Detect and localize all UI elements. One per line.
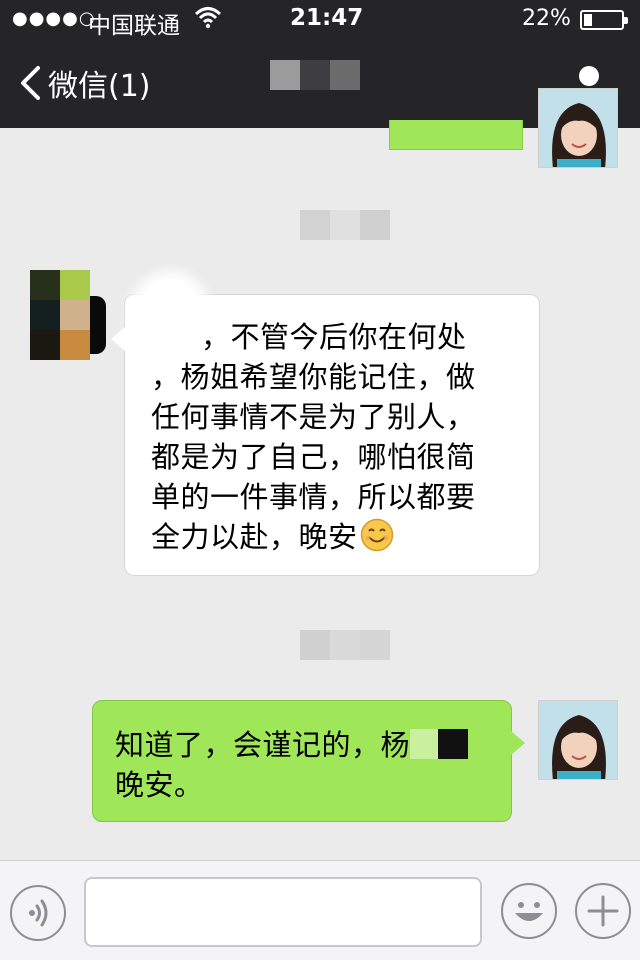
message-line: 晚安。: [115, 768, 204, 802]
message-text: 知道了，会谨记的，杨: [115, 728, 411, 762]
message-line: 都是为了自己，哪怕很简: [151, 440, 476, 474]
my-avatar-top[interactable]: [538, 88, 618, 168]
smiley-icon: [360, 518, 393, 552]
message-line: 单的一件事情，所以都要: [151, 480, 476, 514]
message-input[interactable]: [84, 877, 482, 947]
my-avatar[interactable]: [538, 700, 618, 780]
back-button[interactable]: 微信(1): [18, 60, 151, 106]
contact-avatar[interactable]: [30, 270, 108, 360]
input-bar: [0, 860, 640, 960]
incoming-message-bubble[interactable]: ，不管今后你在何处 ，杨姐希望你能记住，做 任何事情不是为了别人， 都是为了自己…: [111, 281, 540, 576]
battery-icon: [580, 10, 628, 30]
message-text: 全力以赴，晚安: [151, 520, 358, 554]
outgoing-message-bubble[interactable]: 知道了，会谨记的，杨 晚安。: [92, 700, 525, 822]
girl-avatar-icon: [539, 701, 617, 779]
message-line: ，杨姐希望你能记住，做: [151, 360, 476, 394]
plus-icon: [587, 895, 619, 927]
message-line: 任何事情不是为了别人，: [151, 400, 476, 434]
battery-percent: 22%: [522, 6, 571, 31]
voice-icon: [29, 899, 48, 927]
bubble-tail: [511, 731, 525, 755]
message-line: ，不管今后你在何处: [201, 320, 467, 354]
redacted-block: [438, 729, 469, 759]
redacted-block: [410, 729, 439, 759]
voice-button[interactable]: [10, 885, 66, 941]
back-label: 微信(1): [48, 69, 151, 104]
wifi-icon: [194, 5, 222, 35]
emoji-face-icon: [515, 902, 543, 921]
girl-avatar-icon: [539, 89, 617, 167]
timestamp-redacted: [300, 210, 390, 240]
message-last-line: 全力以赴，晚安: [151, 517, 519, 557]
carrier-name: 中国联通: [88, 13, 180, 39]
emoji-button[interactable]: [501, 883, 557, 939]
clock: 21:47: [290, 5, 364, 31]
chevron-left-icon: [21, 66, 40, 100]
signal-strength: ●●●●○: [12, 8, 96, 29]
bubble-tail: [111, 327, 125, 351]
battery-level: [584, 14, 592, 26]
message-first-line: 知道了，会谨记的，杨: [115, 725, 501, 765]
more-button[interactable]: [575, 883, 631, 939]
timestamp-redacted: [300, 630, 390, 660]
previous-outgoing-bubble: [389, 120, 523, 150]
chat-title-redacted: [270, 60, 360, 90]
status-bar: ●●●●○ 中国联通 21:47 22%: [0, 0, 640, 40]
